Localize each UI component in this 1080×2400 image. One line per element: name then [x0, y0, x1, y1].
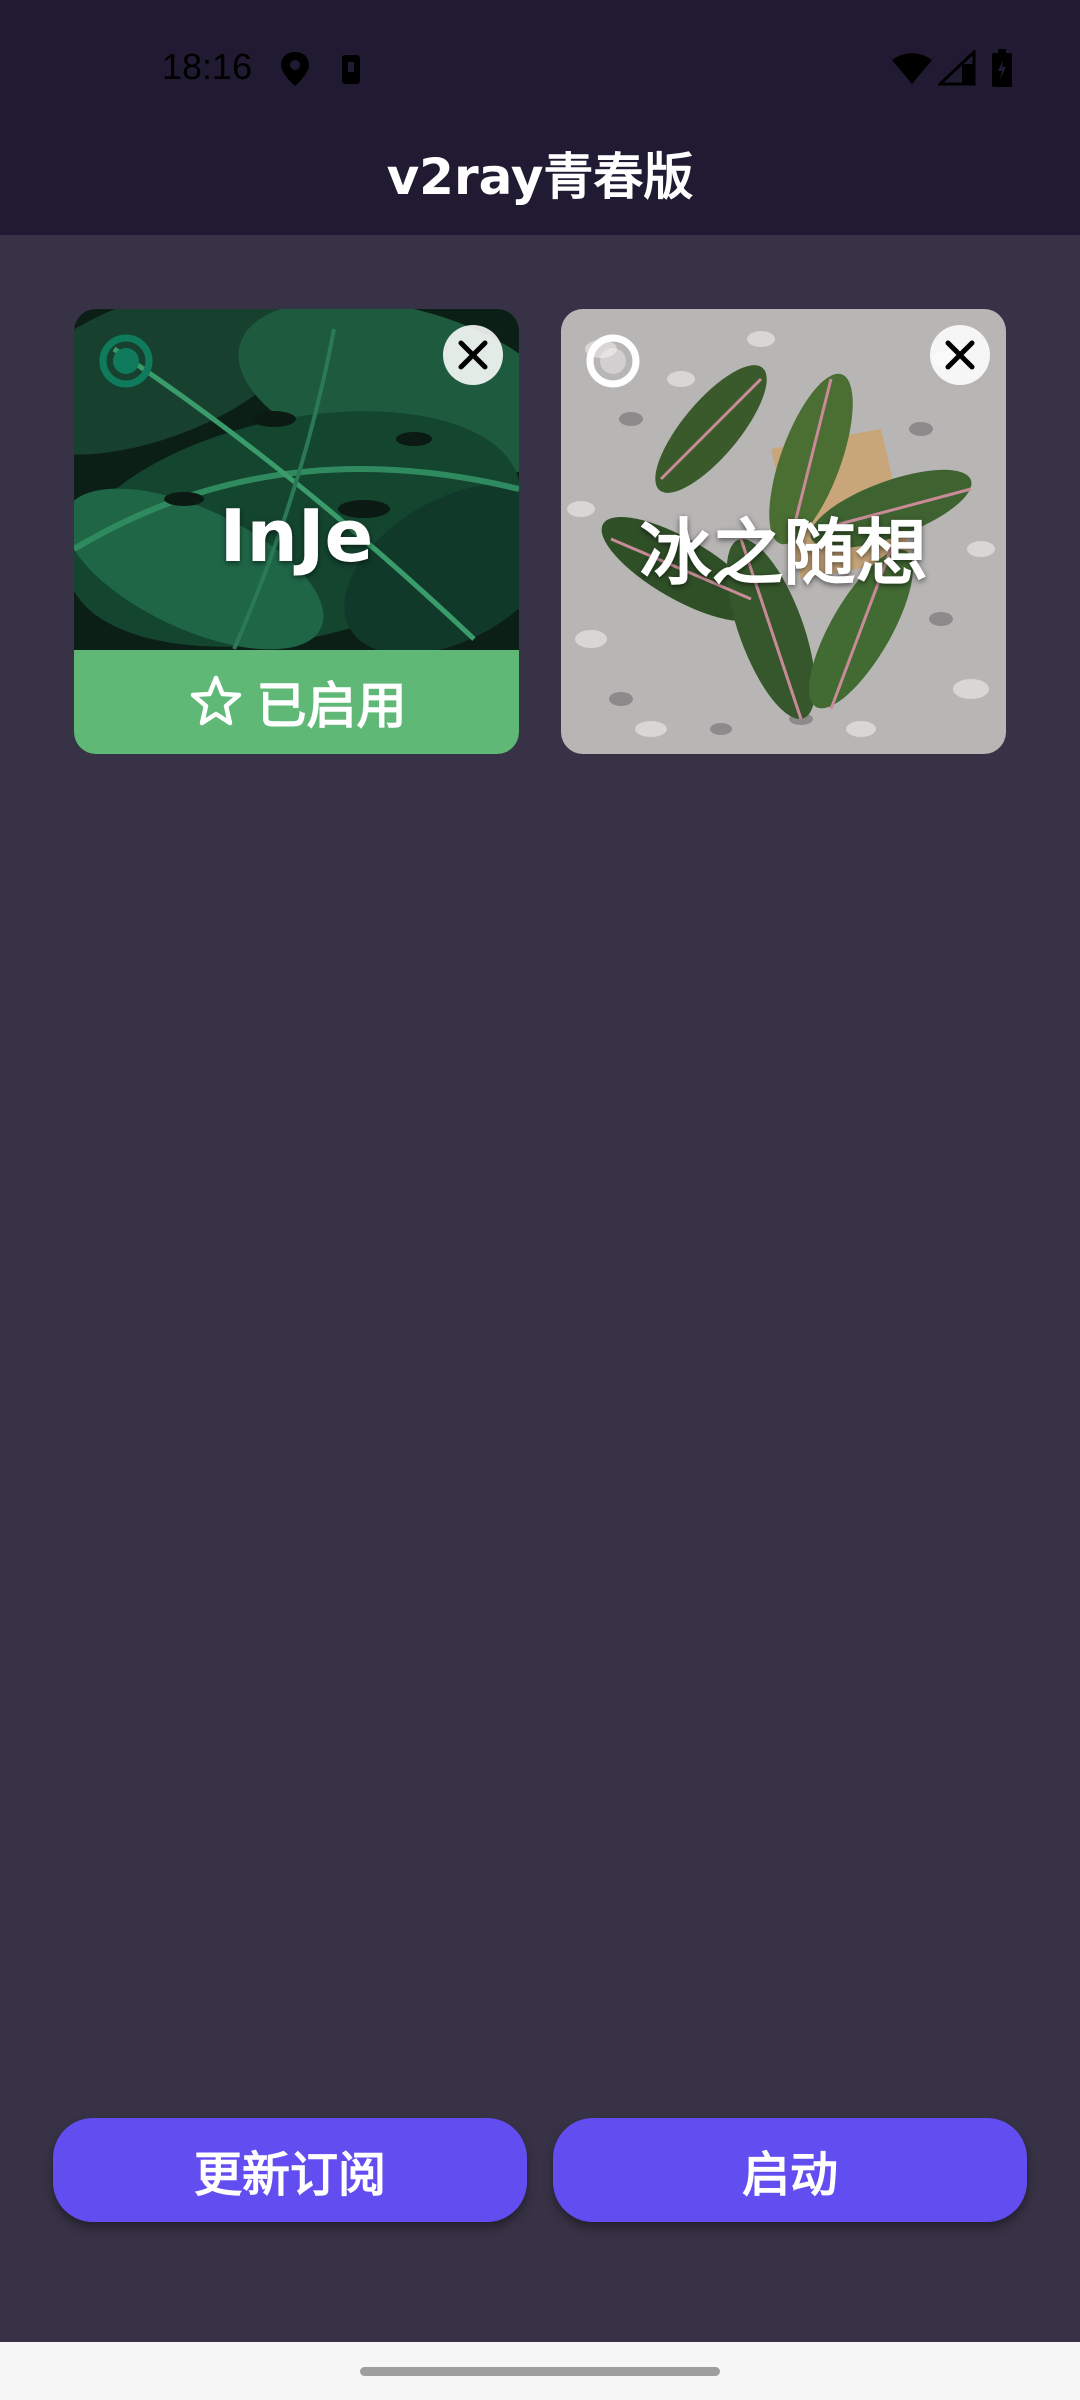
signal-icon: [938, 50, 976, 86]
subscription-card[interactable]: 冰之随想: [561, 309, 1006, 754]
status-time: 18:16: [162, 46, 253, 87]
subscription-name: InJe: [219, 494, 374, 578]
radio-unselected-icon[interactable]: [585, 333, 641, 389]
enabled-label: 已启用: [256, 677, 407, 735]
status-bar: 18:16: [0, 0, 1080, 135]
app-title: v2ray青春版: [386, 148, 694, 206]
close-icon: [458, 340, 488, 370]
battery-saver-icon: [342, 55, 360, 84]
close-icon: [945, 340, 975, 370]
radio-selected-icon[interactable]: [98, 333, 154, 389]
navigation-bar: [0, 2342, 1080, 2400]
location-icon: [281, 52, 309, 86]
subscription-card[interactable]: InJe 已启用: [74, 309, 519, 754]
start-button[interactable]: 启动: [553, 2118, 1027, 2222]
wifi-icon: [892, 53, 932, 84]
delete-button[interactable]: [443, 325, 503, 385]
delete-button[interactable]: [930, 325, 990, 385]
home-gesture-handle[interactable]: [360, 2367, 720, 2376]
subscription-name: 冰之随想: [639, 511, 928, 595]
battery-icon: [992, 49, 1012, 87]
enabled-badge: 已启用: [74, 650, 519, 754]
update-subscription-button[interactable]: 更新订阅: [53, 2118, 527, 2222]
star-outline-icon: [190, 675, 241, 726]
